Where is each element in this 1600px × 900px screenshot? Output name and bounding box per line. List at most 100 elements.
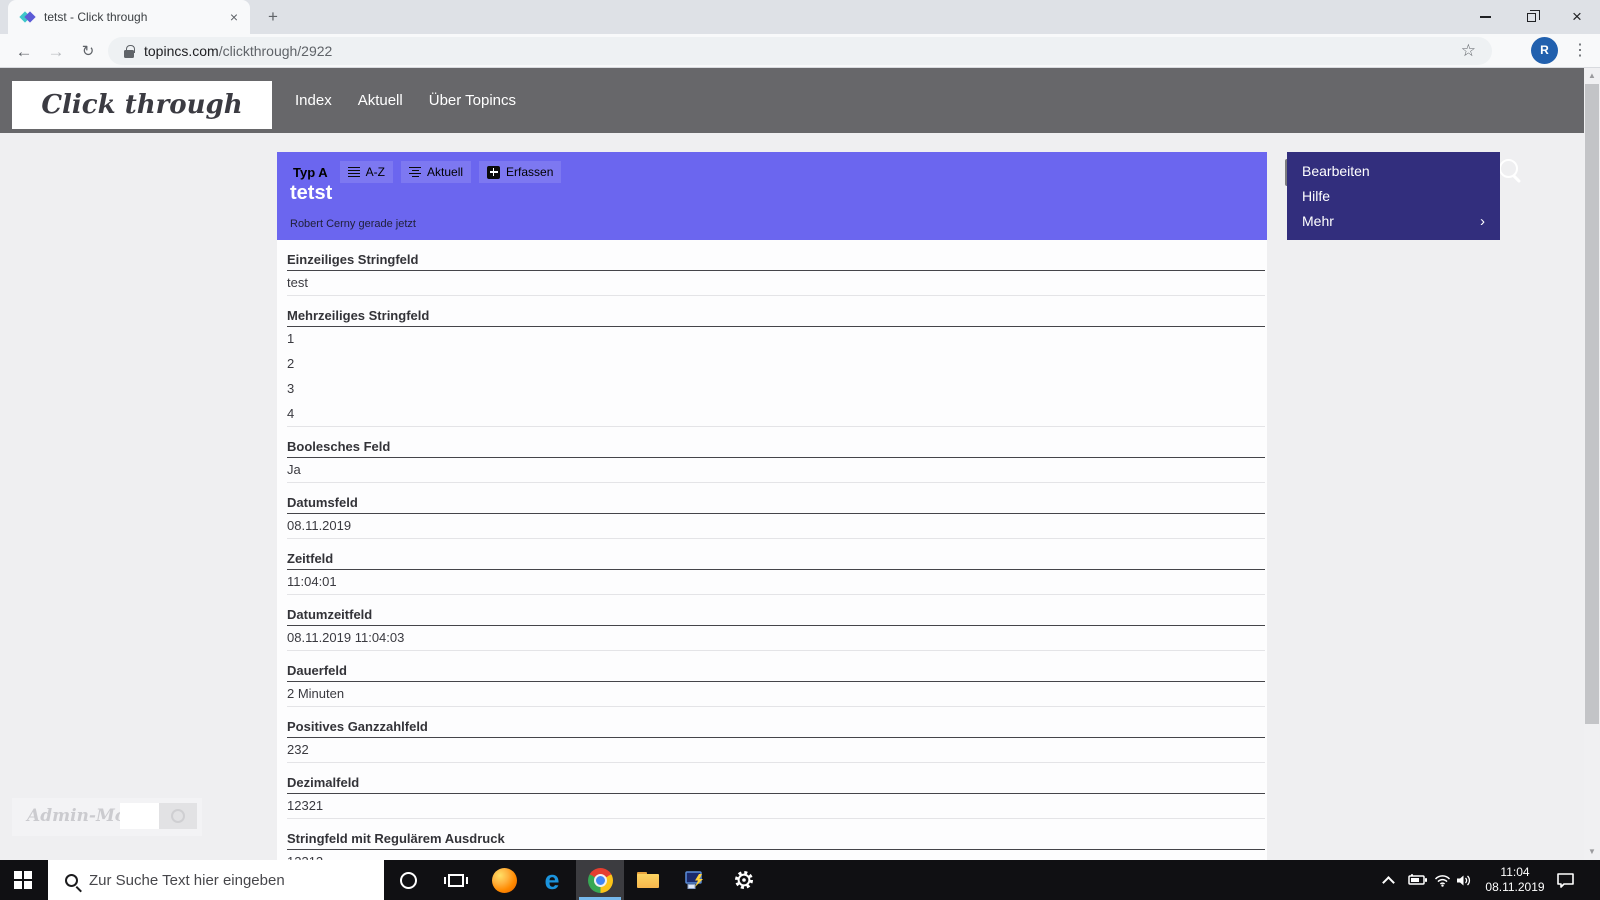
menu-item-label: Bearbeiten (1302, 162, 1370, 179)
address-bar[interactable]: topincs.com/clickthrough/2922 ☆ (108, 37, 1492, 65)
nav-item-index[interactable]: Index (295, 92, 332, 109)
az-button-label: A-Z (365, 165, 386, 179)
field-value: 1 (287, 331, 295, 346)
restore-button[interactable] (1508, 0, 1554, 34)
nav-item-aktuell[interactable]: Aktuell (358, 92, 403, 109)
field-label: Positives Ganzzahlfeld (287, 707, 1265, 738)
task-view-icon (444, 873, 468, 887)
wifi-button[interactable] (1434, 860, 1451, 900)
scroll-down-icon[interactable]: ▼ (1584, 844, 1600, 860)
forward-button[interactable]: → (44, 40, 68, 64)
profile-avatar[interactable]: R (1531, 37, 1558, 64)
field-block: Boolesches Feld Ja (287, 427, 1265, 483)
topic-banner: Typ A A-Z Aktuell Erfassen tetst Robert … (277, 152, 1267, 240)
tab-close-icon[interactable]: × (226, 9, 242, 25)
field-label: Zeitfeld (287, 539, 1265, 570)
lock-icon (124, 44, 135, 58)
field-block: Zeitfeld 11:04:01 (287, 539, 1265, 595)
site-logo-text: Click through (41, 90, 243, 120)
start-button[interactable] (0, 860, 48, 900)
file-explorer-button[interactable] (624, 860, 672, 900)
menu-item-hilfe[interactable]: Hilfe (1287, 188, 1500, 204)
bookmark-star-icon[interactable]: ☆ (1461, 41, 1476, 61)
field-label: Boolesches Feld (287, 427, 1265, 458)
edge-icon: e (544, 864, 560, 895)
wifi-icon (1434, 874, 1451, 887)
clock-time: 11:04 (1500, 865, 1530, 879)
taskbar-clock[interactable]: 11:04 08.11.2019 (1484, 860, 1546, 900)
reload-button[interactable]: ↻ (76, 40, 100, 64)
field-value: 232 (287, 738, 1265, 763)
battery-button[interactable] (1408, 860, 1428, 900)
browser-titlebar: tetst - Click through × + × (0, 0, 1600, 34)
cortana-button[interactable] (384, 860, 432, 900)
field-value: 08.11.2019 (287, 514, 1265, 539)
settings-button[interactable] (720, 860, 768, 900)
url-text: topincs.com/clickthrough/2922 (144, 43, 1461, 59)
field-value: 2 Minuten (287, 682, 1265, 707)
field-block: Einzeiliges Stringfeld test (287, 240, 1265, 296)
field-block: Stringfeld mit Regulärem Ausdruck 12312 (287, 819, 1265, 860)
tray-chevron-button[interactable] (1382, 860, 1395, 900)
field-value: test (287, 271, 1265, 296)
remote-desktop-icon (685, 870, 703, 889)
topic-type-label: Typ A (293, 164, 328, 180)
search-icon[interactable] (1497, 157, 1527, 187)
chevron-up-icon (1382, 875, 1395, 889)
menu-item-bearbeiten[interactable]: Bearbeiten (1287, 163, 1500, 179)
browser-menu-icon[interactable]: ⋮ (1572, 38, 1588, 64)
taskbar-search[interactable] (48, 860, 384, 900)
taskbar: e (0, 860, 1600, 900)
field-value: 11:04:01 (287, 570, 1265, 595)
field-block: Datumzeitfeld 08.11.2019 11:04:03 (287, 595, 1265, 651)
edge-button[interactable]: e (528, 860, 576, 900)
tab-title: tetst - Click through (44, 10, 148, 24)
field-value: 08.11.2019 11:04:03 (287, 626, 1265, 651)
minimize-button[interactable] (1462, 0, 1508, 34)
field-value: 2 (287, 356, 295, 371)
site-favicon-icon (19, 9, 36, 25)
plus-icon (487, 165, 501, 179)
volume-button[interactable] (1456, 860, 1473, 900)
notification-icon (1557, 872, 1574, 888)
menu-item-label: Mehr (1302, 213, 1334, 229)
field-label: Datumsfeld (287, 483, 1265, 514)
page-title: tetst (290, 182, 333, 204)
page-scrollbar[interactable]: ▲ ▼ (1584, 68, 1600, 860)
context-menu: Bearbeiten Hilfe Mehr › (1287, 152, 1500, 240)
nav-item-ueber-topincs[interactable]: Über Topincs (429, 92, 516, 109)
erfassen-button-label: Erfassen (506, 165, 554, 179)
toggle-knob-icon (158, 803, 197, 829)
field-label: Datumzeitfeld (287, 595, 1265, 626)
field-list: Einzeiliges Stringfeld test Mehrzeiliges… (277, 240, 1267, 860)
chrome-button[interactable] (576, 860, 624, 900)
field-block: Positives Ganzzahlfeld 232 (287, 707, 1265, 763)
url-domain: topincs.com (144, 43, 219, 59)
scrollbar-thumb[interactable] (1585, 84, 1599, 724)
erfassen-button[interactable]: Erfassen (479, 161, 562, 183)
field-label: Stringfeld mit Regulärem Ausdruck (287, 819, 1265, 850)
action-center-button[interactable] (1556, 860, 1575, 900)
field-value: 3 (287, 381, 295, 396)
scroll-up-icon[interactable]: ▲ (1584, 68, 1600, 84)
aktuell-button[interactable]: Aktuell (401, 161, 472, 183)
banner-toolbar: Typ A A-Z Aktuell Erfassen (289, 161, 562, 183)
back-button[interactable]: ← (12, 40, 36, 64)
taskbar-search-input[interactable] (89, 871, 369, 889)
task-view-button[interactable] (432, 860, 480, 900)
windows-logo-icon (14, 871, 32, 889)
close-window-button[interactable]: × (1554, 0, 1600, 34)
speaker-icon (1457, 875, 1471, 885)
battery-icon (1408, 874, 1427, 885)
browser-tab[interactable]: tetst - Click through × (8, 0, 250, 34)
field-value: 12312 (287, 850, 1265, 861)
menu-item-mehr[interactable]: Mehr › (1287, 213, 1500, 230)
remote-desktop-button[interactable] (672, 860, 720, 900)
az-button[interactable]: A-Z (339, 161, 394, 183)
new-tab-button[interactable]: + (260, 6, 286, 28)
admin-mode-toggle[interactable] (120, 803, 197, 829)
field-value: 4 (287, 402, 1265, 427)
field-block: Mehrzeiliges Stringfeld 1 2 3 4 (287, 296, 1265, 427)
firefox-button[interactable] (480, 860, 528, 900)
site-logo[interactable]: Click through (12, 81, 272, 129)
